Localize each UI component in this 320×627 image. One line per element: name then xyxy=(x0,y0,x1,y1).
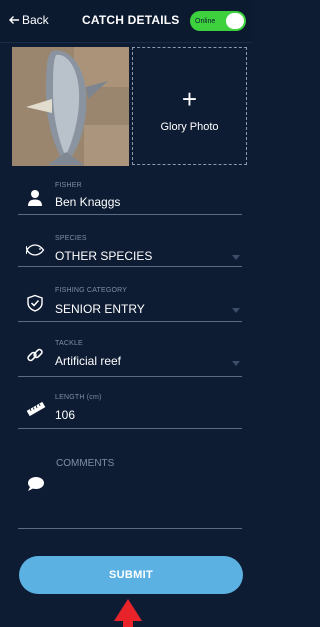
tackle-field[interactable]: TACKLE Artificial reef xyxy=(18,339,242,377)
comments-label: COMMENTS xyxy=(56,458,115,469)
tackle-label: TACKLE xyxy=(55,340,83,347)
comment-icon xyxy=(28,477,44,491)
chevron-down-icon xyxy=(232,255,240,260)
photo-section: + Glory Photo xyxy=(9,45,248,167)
glory-photo-label: Glory Photo xyxy=(160,121,219,133)
page-title: CATCH DETAILS xyxy=(82,13,180,27)
fish-icon xyxy=(26,244,45,256)
category-label: FISHING CATEGORY xyxy=(55,287,128,294)
species-value: OTHER SPECIES xyxy=(55,249,153,263)
fisher-field[interactable]: FISHER Ben Knaggs xyxy=(18,178,242,215)
online-toggle[interactable]: Online xyxy=(190,11,246,31)
ruler-icon xyxy=(26,401,46,417)
fisher-value: Ben Knaggs xyxy=(55,195,121,209)
length-field[interactable]: LENGTH (cm) 106 xyxy=(18,392,242,429)
back-label: Back xyxy=(22,13,49,27)
category-value: SENIOR ENTRY xyxy=(55,302,145,316)
tackle-value: Artificial reef xyxy=(55,354,122,368)
online-label: Online xyxy=(195,17,216,25)
fish-image xyxy=(12,47,129,166)
comments-field[interactable] xyxy=(18,448,242,529)
fisher-label: FISHER xyxy=(55,182,82,189)
chevron-down-icon xyxy=(232,361,240,366)
toggle-knob xyxy=(226,13,244,29)
length-value: 106 xyxy=(55,408,76,422)
person-icon xyxy=(28,190,42,206)
length-label: LENGTH (cm) xyxy=(55,394,102,401)
back-button[interactable]: Back xyxy=(8,13,49,27)
submit-button[interactable]: SUBMIT xyxy=(19,556,243,594)
red-arrow-annotation xyxy=(114,599,142,627)
arrow-left-icon xyxy=(9,16,19,24)
shield-check-icon xyxy=(27,294,43,312)
link-icon xyxy=(27,348,43,362)
plus-icon: + xyxy=(181,84,198,114)
chevron-down-icon xyxy=(232,308,240,313)
species-field[interactable]: SPECIES OTHER SPECIES xyxy=(18,230,242,267)
species-label: SPECIES xyxy=(55,235,87,242)
catch-photo[interactable] xyxy=(12,47,129,166)
category-field[interactable]: FISHING CATEGORY SENIOR ENTRY xyxy=(18,283,242,322)
header-bar: Back CATCH DETAILS Online xyxy=(0,0,252,43)
glory-photo-button[interactable]: + Glory Photo xyxy=(132,47,247,165)
